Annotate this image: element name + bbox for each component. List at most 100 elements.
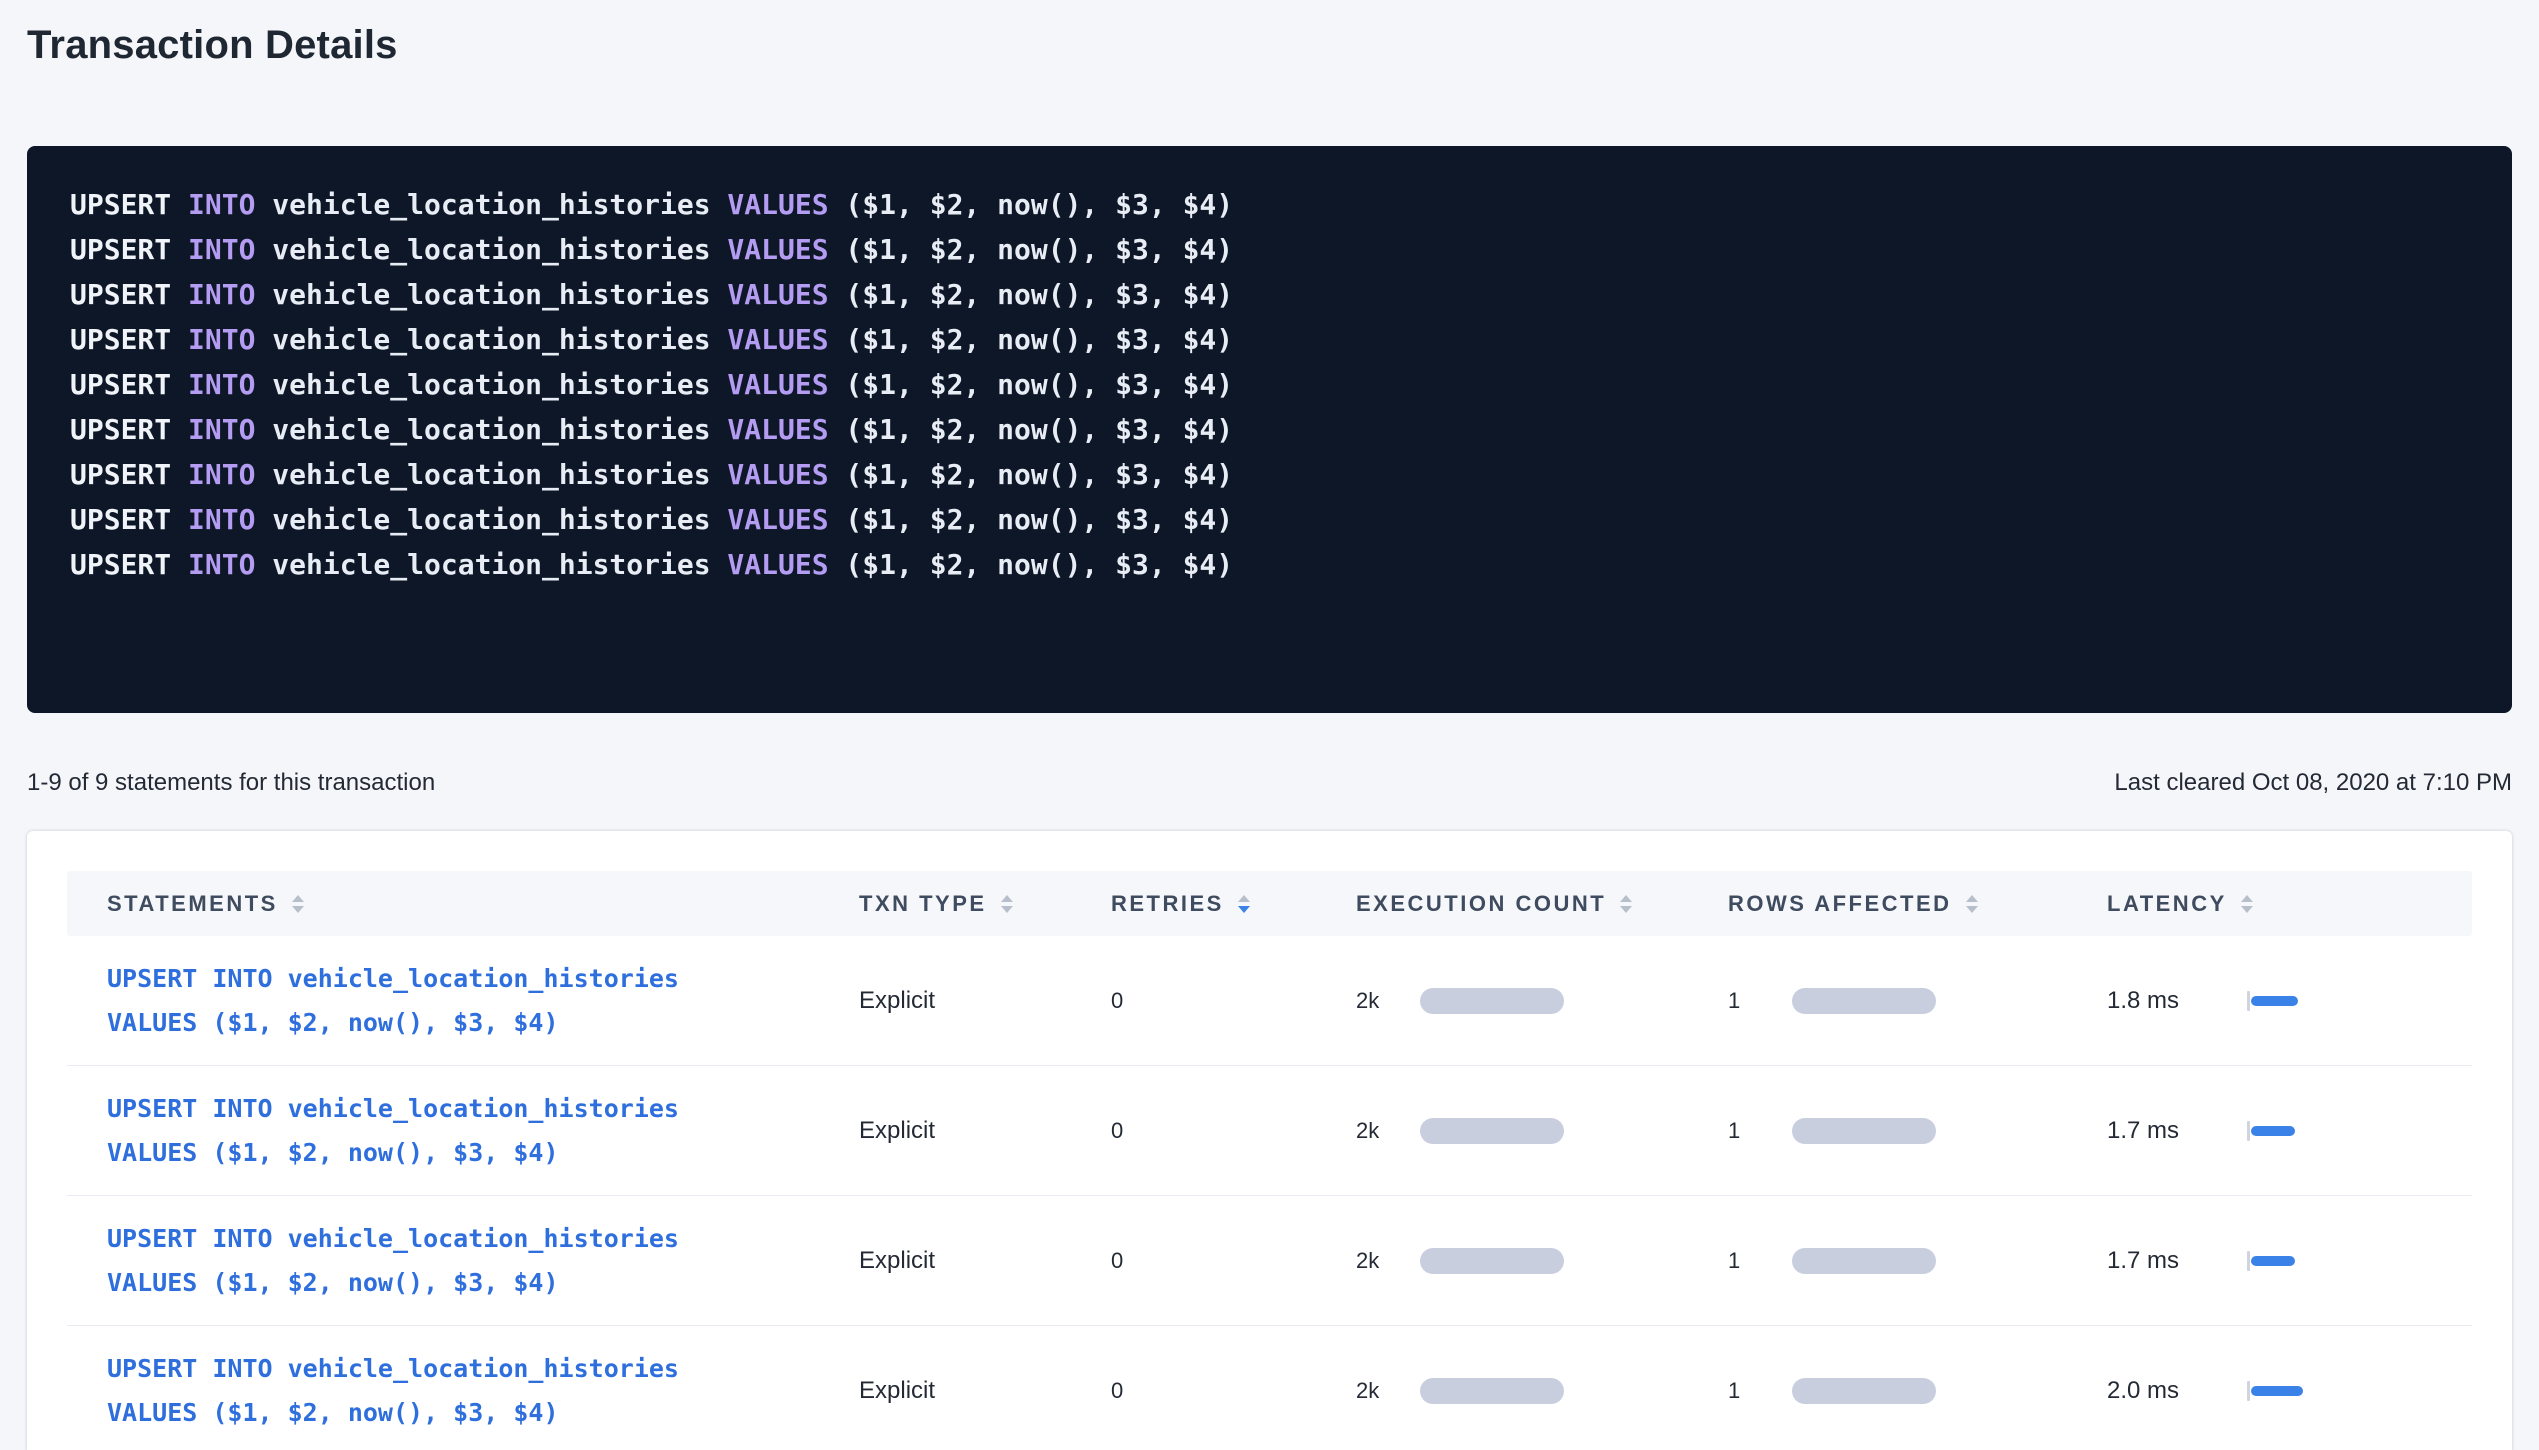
sort-arrows-icon bbox=[292, 895, 304, 913]
sql-table-name: vehicle_location_histories bbox=[272, 452, 710, 497]
execution-count-bar bbox=[1420, 1378, 1564, 1404]
sql-keyword: INTO bbox=[188, 452, 255, 497]
latency-cell: 1.8 ms bbox=[2107, 987, 2432, 1015]
execution-count-value: 2k bbox=[1356, 1118, 1420, 1144]
sql-keyword: INTO bbox=[188, 407, 255, 452]
sort-down-icon bbox=[1238, 906, 1250, 913]
sort-down-icon bbox=[1620, 906, 1632, 913]
sql-arguments: ($1, $2, now(), $3, $4) bbox=[845, 452, 1233, 497]
sql-keyword: VALUES bbox=[727, 452, 828, 497]
latency-cell: 2.0 ms bbox=[2107, 1377, 2432, 1405]
statement-link[interactable]: UPSERT INTO vehicle_location_histories V… bbox=[107, 1217, 859, 1305]
rows-affected-cell: 1 bbox=[1728, 988, 2107, 1014]
retries-cell: 0 bbox=[1111, 1378, 1356, 1404]
sql-arguments: ($1, $2, now(), $3, $4) bbox=[845, 272, 1233, 317]
sort-down-icon bbox=[1966, 906, 1978, 913]
txn-type-cell: Explicit bbox=[859, 1247, 1111, 1275]
sql-statement-line: UPSERT INTO vehicle_location_histories V… bbox=[70, 542, 2472, 587]
sql-keyword: INTO bbox=[188, 362, 255, 407]
sort-arrows-icon bbox=[1001, 895, 1013, 913]
latency-value: 1.7 ms bbox=[2107, 1247, 2247, 1275]
statement-line-2: VALUES ($1, $2, now(), $3, $4) bbox=[107, 1131, 859, 1175]
latency-bar-chart bbox=[2247, 1121, 2295, 1141]
rows-affected-value: 1 bbox=[1728, 1378, 1792, 1404]
sql-keyword: VALUES bbox=[727, 497, 828, 542]
rows-affected-bar bbox=[1792, 1248, 1936, 1274]
latency-bar-chart bbox=[2247, 991, 2298, 1011]
sql-statement-line: UPSERT INTO vehicle_location_histories V… bbox=[70, 362, 2472, 407]
statement-line-1: UPSERT INTO vehicle_location_histories bbox=[107, 1087, 859, 1131]
sql-statement-line: UPSERT INTO vehicle_location_histories V… bbox=[70, 317, 2472, 362]
last-cleared-text: Last cleared Oct 08, 2020 at 7:10 PM bbox=[2114, 769, 2512, 797]
sql-keyword: VALUES bbox=[727, 407, 828, 452]
execution-count-bar bbox=[1420, 1248, 1564, 1274]
rows-affected-cell: 1 bbox=[1728, 1378, 2107, 1404]
column-header[interactable]: TXN TYPE bbox=[859, 891, 1111, 917]
rows-affected-bar bbox=[1792, 1378, 1936, 1404]
table-row: UPSERT INTO vehicle_location_histories V… bbox=[67, 936, 2472, 1066]
retries-cell: 0 bbox=[1111, 988, 1356, 1014]
sort-arrows-icon bbox=[2241, 895, 2253, 913]
column-header[interactable]: STATEMENTS bbox=[107, 891, 859, 917]
statement-line-2: VALUES ($1, $2, now(), $3, $4) bbox=[107, 1001, 859, 1045]
sort-arrows-icon bbox=[1620, 895, 1632, 913]
sql-keyword: VALUES bbox=[727, 182, 828, 227]
execution-count-bar bbox=[1420, 988, 1564, 1014]
transaction-details-page: Transaction Details UPSERT INTO vehicle_… bbox=[0, 0, 2539, 1450]
column-header[interactable]: RETRIES bbox=[1111, 891, 1356, 917]
column-header[interactable]: EXECUTION COUNT bbox=[1356, 891, 1728, 917]
execution-count-bar bbox=[1420, 1118, 1564, 1144]
sort-up-icon bbox=[1620, 895, 1632, 902]
sql-table-name: vehicle_location_histories bbox=[272, 227, 710, 272]
statement-link[interactable]: UPSERT INTO vehicle_location_histories V… bbox=[107, 1087, 859, 1175]
column-header[interactable]: LATENCY bbox=[2107, 891, 2432, 917]
latency-value: 1.7 ms bbox=[2107, 1117, 2247, 1145]
statement-cell: UPSERT INTO vehicle_location_histories V… bbox=[107, 957, 859, 1045]
latency-bar bbox=[2251, 1126, 2295, 1136]
statement-cell: UPSERT INTO vehicle_location_histories V… bbox=[107, 1217, 859, 1305]
sql-keyword: UPSERT bbox=[70, 182, 171, 227]
sql-table-name: vehicle_location_histories bbox=[272, 272, 710, 317]
latency-axis-tick bbox=[2247, 1121, 2250, 1141]
sql-keyword: UPSERT bbox=[70, 542, 171, 587]
latency-cell: 1.7 ms bbox=[2107, 1247, 2432, 1275]
sql-table-name: vehicle_location_histories bbox=[272, 182, 710, 227]
sql-keyword: VALUES bbox=[727, 227, 828, 272]
sort-up-icon bbox=[2241, 895, 2253, 902]
table-row: UPSERT INTO vehicle_location_histories V… bbox=[67, 1066, 2472, 1196]
sql-keyword: UPSERT bbox=[70, 227, 171, 272]
table-header-row: STATEMENTS TXN TYPE RETRIES bbox=[67, 871, 2472, 936]
sql-keyword: INTO bbox=[188, 497, 255, 542]
sql-keyword: UPSERT bbox=[70, 317, 171, 362]
column-header-label: STATEMENTS bbox=[107, 891, 278, 917]
latency-bar bbox=[2251, 996, 2298, 1006]
sql-statement-line: UPSERT INTO vehicle_location_histories V… bbox=[70, 227, 2472, 272]
summary-row: 1-9 of 9 statements for this transaction… bbox=[27, 769, 2512, 797]
sql-arguments: ($1, $2, now(), $3, $4) bbox=[845, 317, 1233, 362]
txn-type-cell: Explicit bbox=[859, 987, 1111, 1015]
statement-line-1: UPSERT INTO vehicle_location_histories bbox=[107, 1217, 859, 1261]
sql-table-name: vehicle_location_histories bbox=[272, 542, 710, 587]
column-header-label: LATENCY bbox=[2107, 891, 2227, 917]
table-row: UPSERT INTO vehicle_location_histories V… bbox=[67, 1326, 2472, 1450]
statement-line-2: VALUES ($1, $2, now(), $3, $4) bbox=[107, 1261, 859, 1305]
sort-up-icon bbox=[1001, 895, 1013, 902]
sql-arguments: ($1, $2, now(), $3, $4) bbox=[845, 227, 1233, 272]
sql-keyword: INTO bbox=[188, 542, 255, 587]
retries-cell: 0 bbox=[1111, 1248, 1356, 1274]
statement-link[interactable]: UPSERT INTO vehicle_location_histories V… bbox=[107, 1347, 859, 1435]
txn-type-cell: Explicit bbox=[859, 1377, 1111, 1405]
sql-table-name: vehicle_location_histories bbox=[272, 362, 710, 407]
sql-arguments: ($1, $2, now(), $3, $4) bbox=[845, 182, 1233, 227]
latency-bar-chart bbox=[2247, 1251, 2295, 1271]
execution-count-cell: 2k bbox=[1356, 1248, 1728, 1274]
statement-cell: UPSERT INTO vehicle_location_histories V… bbox=[107, 1347, 859, 1435]
sql-statement-line: UPSERT INTO vehicle_location_histories V… bbox=[70, 407, 2472, 452]
column-header[interactable]: ROWS AFFECTED bbox=[1728, 891, 2107, 917]
statement-link[interactable]: UPSERT INTO vehicle_location_histories V… bbox=[107, 957, 859, 1045]
sql-keyword: INTO bbox=[188, 227, 255, 272]
execution-count-value: 2k bbox=[1356, 1378, 1420, 1404]
latency-bar bbox=[2251, 1256, 2295, 1266]
execution-count-cell: 2k bbox=[1356, 1118, 1728, 1144]
sort-up-icon bbox=[1238, 895, 1250, 902]
